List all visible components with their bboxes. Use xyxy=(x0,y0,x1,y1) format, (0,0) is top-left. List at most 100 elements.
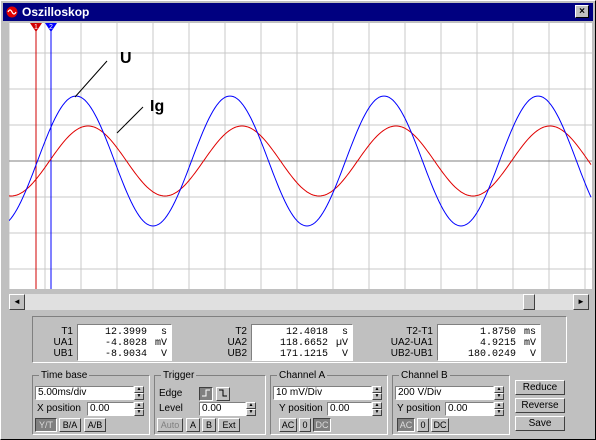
edge-falling-button[interactable] xyxy=(216,387,230,401)
channel-b-zero-button[interactable]: 0 xyxy=(417,418,429,432)
scroll-right-button[interactable]: ► xyxy=(573,294,589,310)
unit-ub2-ub1: V xyxy=(529,349,536,360)
reduce-button[interactable]: Reduce xyxy=(515,380,565,395)
spin-down-icon[interactable]: ▼ xyxy=(494,409,504,416)
value-t1: 12.3999 xyxy=(104,327,147,338)
channel-a-ac-button[interactable]: AC xyxy=(279,418,297,432)
level-field[interactable]: 0.00 xyxy=(199,402,246,416)
arrow-left-icon: ◄ xyxy=(13,297,21,306)
u-annotation: U xyxy=(120,50,132,67)
channel-b-scale-field[interactable]: 200 V/Div xyxy=(395,386,494,400)
u-leader-line xyxy=(74,60,108,98)
cursor-1-label: 1 xyxy=(34,24,38,31)
unit-ub2: V xyxy=(341,349,348,360)
spin-down-icon[interactable]: ▼ xyxy=(372,409,382,416)
label-t2: T2 xyxy=(235,326,247,337)
mode-ba-button[interactable]: B/A xyxy=(59,418,81,432)
unit-ua2-ua1: mV xyxy=(523,338,536,349)
spin-down-icon[interactable]: ▼ xyxy=(134,393,144,400)
channel-b-ac-button[interactable]: AC xyxy=(397,418,415,432)
channel-a-scale-field[interactable]: 10 mV/Div xyxy=(273,386,372,400)
channel-a-zero-button[interactable]: 0 xyxy=(299,418,311,432)
value-t2-t1: 1.8750 xyxy=(479,327,516,338)
ig-annotation: Ig xyxy=(150,98,164,115)
close-icon: × xyxy=(579,6,585,17)
spin-down-icon[interactable]: ▼ xyxy=(494,393,504,400)
trigger-panel: Trigger Edge Level 0.00 ▲ ▼ Auto A B Ext xyxy=(154,370,266,435)
spin-down-icon[interactable]: ▼ xyxy=(246,409,256,416)
trigger-a-button[interactable]: A xyxy=(186,418,200,432)
title-bar: Oszilloskop × xyxy=(3,3,593,21)
edge-rising-button[interactable] xyxy=(199,387,213,401)
label-t1: T1 xyxy=(61,326,73,337)
timebase-value-field[interactable]: 5.00ms/div xyxy=(35,386,134,400)
unit-ua1: mV xyxy=(154,338,167,349)
spin-down-icon[interactable]: ▼ xyxy=(372,393,382,400)
trigger-legend: Trigger xyxy=(161,370,197,381)
level-spinner[interactable]: ▲ ▼ xyxy=(246,402,256,416)
readout-t2-values: 12.4018 s 118.6652 µV 171.1215 V xyxy=(251,324,353,361)
trigger-auto-button[interactable]: Auto xyxy=(157,418,183,432)
close-button[interactable]: × xyxy=(575,5,589,18)
scroll-thumb[interactable] xyxy=(523,294,535,310)
spin-down-icon[interactable]: ▼ xyxy=(134,409,144,416)
cursor-2[interactable]: 2 xyxy=(45,23,57,289)
timebase-spinner[interactable]: ▲ ▼ xyxy=(134,386,144,400)
reverse-button[interactable]: Reverse xyxy=(515,398,565,413)
spin-up-icon[interactable]: ▲ xyxy=(372,402,382,409)
channel-b-ypos-label: Y position xyxy=(397,403,441,414)
value-ua2-ua1: 4.9215 xyxy=(479,338,516,349)
mode-yt-button[interactable]: Y/T xyxy=(35,418,57,432)
spin-up-icon[interactable]: ▲ xyxy=(494,386,504,393)
channel-a-dc-button[interactable]: DC xyxy=(313,418,331,432)
spin-up-icon[interactable]: ▲ xyxy=(494,402,504,409)
channel-b-ypos-field[interactable]: 0.00 xyxy=(445,402,494,416)
value-ua2: 118.6652 xyxy=(279,338,328,349)
trigger-ext-button[interactable]: Ext xyxy=(218,418,240,432)
save-button[interactable]: Save xyxy=(515,416,565,431)
label-ub1: UB1 xyxy=(53,348,73,359)
xposition-label: X position xyxy=(37,403,81,414)
spin-up-icon[interactable]: ▲ xyxy=(134,402,144,409)
timebase-legend: Time base xyxy=(39,370,90,381)
channel-b-panel: Channel B 200 V/Div ▲ ▼ Y position 0.00 ▲… xyxy=(392,370,510,435)
unit-t2-t1: ms xyxy=(523,327,536,338)
window-title: Oszilloskop xyxy=(22,5,90,19)
channel-b-legend: Channel B xyxy=(399,370,450,381)
channel-b-ypos-spinner[interactable]: ▲ ▼ xyxy=(494,402,504,416)
channel-a-ypos-spinner[interactable]: ▲ ▼ xyxy=(372,402,382,416)
mode-ab-button[interactable]: A/B xyxy=(84,418,106,432)
unit-t1: s xyxy=(160,327,167,338)
oscilloscope-screen[interactable]: 1 2 U Ig xyxy=(9,23,592,289)
trigger-b-button[interactable]: B xyxy=(202,418,216,432)
channel-a-ypos-label: Y position xyxy=(279,403,323,414)
edge-label: Edge xyxy=(159,388,183,399)
label-t2-t1: T2-T1 xyxy=(406,326,433,337)
ig-leader-line xyxy=(116,106,144,134)
xposition-field[interactable]: 0.00 xyxy=(87,402,134,416)
oscilloscope-app-icon xyxy=(6,6,18,18)
readout-t2-labels: T2 UA2 UB2 xyxy=(207,326,247,359)
rising-edge-icon xyxy=(202,389,210,397)
readout-diff-values: 1.8750 ms 4.9215 mV 180.0249 V xyxy=(437,324,541,361)
unit-ua2: µV xyxy=(335,338,348,349)
label-ub2-ub1: UB2-UB1 xyxy=(390,348,433,359)
value-ub2-ub1: 180.0249 xyxy=(467,349,516,360)
label-ua1: UA1 xyxy=(53,337,73,348)
value-ua1: -4.8028 xyxy=(104,338,147,349)
label-ub2: UB2 xyxy=(227,348,247,359)
screen-grid xyxy=(9,23,592,289)
channel-a-ypos-field[interactable]: 0.00 xyxy=(327,402,372,416)
channel-b-scale-spinner[interactable]: ▲ ▼ xyxy=(494,386,504,400)
channel-a-scale-spinner[interactable]: ▲ ▼ xyxy=(372,386,382,400)
spin-up-icon[interactable]: ▲ xyxy=(246,402,256,409)
spin-up-icon[interactable]: ▲ xyxy=(372,386,382,393)
scroll-left-button[interactable]: ◄ xyxy=(9,294,25,310)
channel-b-dc-button[interactable]: DC xyxy=(431,418,449,432)
spin-up-icon[interactable]: ▲ xyxy=(134,386,144,393)
xposition-spinner[interactable]: ▲ ▼ xyxy=(134,402,144,416)
horizontal-scrollbar[interactable]: ◄ ► xyxy=(9,294,589,310)
cursor-1[interactable]: 1 xyxy=(30,23,42,289)
measurement-readout: T1 UA1 UB1 12.3999 s -4.8028 mV -8.9034 V T… xyxy=(32,316,567,363)
cursor-2-label: 2 xyxy=(49,24,53,31)
